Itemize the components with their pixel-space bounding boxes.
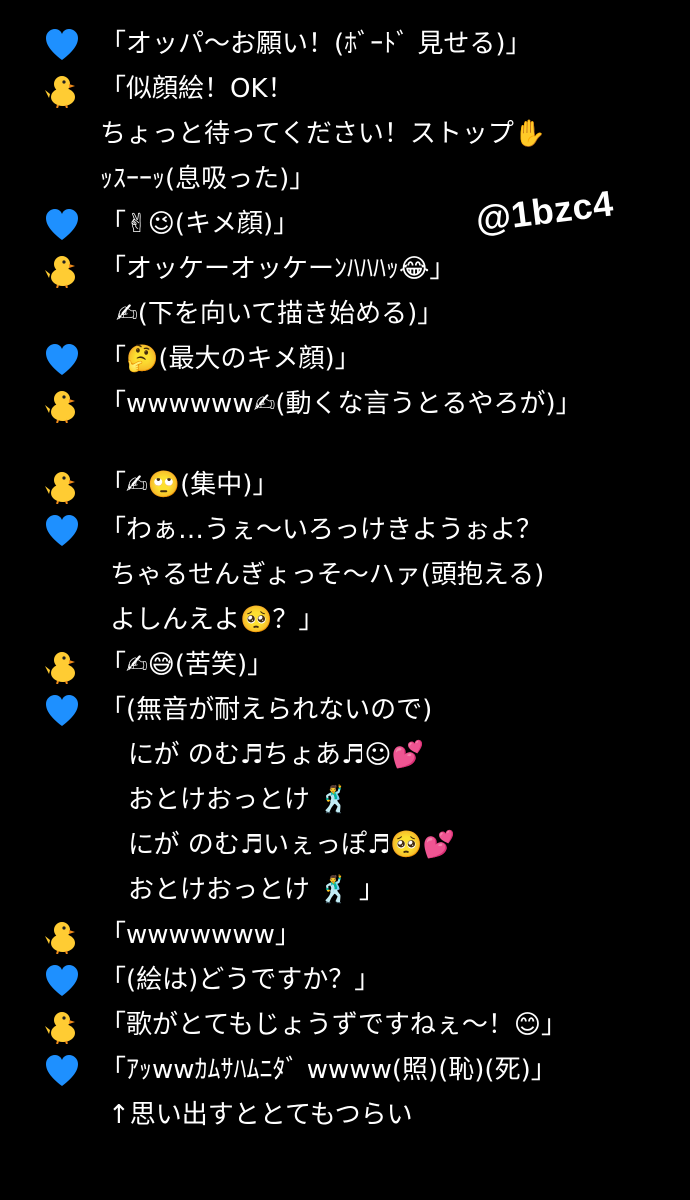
message-line: 「似顔絵！OK！: [0, 67, 690, 112]
message-text: 「わぁ…うぇ〜いろっけきようぉよ？: [100, 515, 543, 545]
message-text: ✍(下を向いて描き始める)」: [116, 299, 444, 329]
message-line: 「✍😅(苦笑)」: [0, 643, 690, 688]
message-text: 「ｱｯwwｶﾑｻﾊﾑﾆﾀﾞ wwww(照)(恥)(死)」: [100, 1055, 557, 1085]
message-line: 「🤔(最大のキメ顔)」: [0, 337, 690, 382]
message-text: 「オッパ〜お願い！(ﾎﾞｰﾄﾞ 見せる)」: [100, 29, 532, 59]
message-text: 「似顔絵！OK！: [100, 74, 294, 104]
blue-heart-icon: [44, 963, 80, 999]
message-text: 「オッケーオッケーﾝﾊﾊﾊｯ😂」: [100, 254, 456, 284]
message-line: ↑思い出すととてもつらい: [0, 1093, 690, 1138]
message-line: 「(絵は)どうですか？」: [0, 958, 690, 1003]
message-text: 「✍🙄(集中)」: [100, 470, 279, 500]
message-line: 「オッケーオッケーﾝﾊﾊﾊｯ😂」: [0, 247, 690, 292]
chick-icon: [44, 918, 80, 954]
message-line: にが のむ♬いぇっぽ♬🥺💕: [0, 823, 690, 868]
message-text: ↑思い出すととてもつらい: [108, 1100, 413, 1130]
blue-heart-icon: [44, 207, 80, 243]
message-text: 「✌😉(キメ顔)」: [100, 209, 300, 239]
message-text: 「✍😅(苦笑)」: [100, 650, 274, 680]
blue-heart-icon: [44, 693, 80, 729]
message-text: にが のむ♬ちょあ♬☺💕: [128, 740, 424, 770]
message-line: ちょっと待ってください！ストップ✋: [0, 112, 690, 157]
message-text: 「(無音が耐えられないので): [100, 695, 433, 725]
message-line: ✍(下を向いて描き始める)」: [0, 292, 690, 337]
message-line: 「わぁ…うぇ〜いろっけきようぉよ？: [0, 508, 690, 553]
message-line: よしんえよ🥺？」: [0, 598, 690, 643]
chick-icon: [44, 648, 80, 684]
message-text: にが のむ♬いぇっぽ♬🥺💕: [128, 830, 456, 860]
chick-icon: [44, 1008, 80, 1044]
message-line: にが のむ♬ちょあ♬☺💕: [0, 733, 690, 778]
message-line: 「オッパ〜お願い！(ﾎﾞｰﾄﾞ 見せる)」: [0, 22, 690, 67]
message-text: 「(絵は)どうですか？」: [100, 965, 381, 995]
blue-heart-icon: [44, 1053, 80, 1089]
message-text: よしんえよ🥺？」: [110, 605, 325, 635]
blue-heart-icon: [44, 513, 80, 549]
message-text: ｯｽｰｰｯ(息吸った)」: [100, 164, 316, 194]
message-text: 「wwwwwww」: [100, 920, 301, 950]
message-line: おとけおっとけ 🕺 」: [0, 868, 690, 913]
message-text: ちゃるせんぎょっそ〜ハァ(頭抱える): [110, 560, 545, 590]
chick-icon: [44, 72, 80, 108]
message-line: 「✍🙄(集中)」: [0, 463, 690, 508]
chick-icon: [44, 252, 80, 288]
message-text: 「歌がとてもじょうずですねぇ〜！😊」: [100, 1010, 568, 1040]
chick-icon: [44, 387, 80, 423]
blue-heart-icon: [44, 342, 80, 378]
blue-heart-icon: [44, 27, 80, 63]
message-line: 「(無音が耐えられないので): [0, 688, 690, 733]
message-line: おとけおっとけ 🕺: [0, 778, 690, 823]
message-line: 「ｱｯwwｶﾑｻﾊﾑﾆﾀﾞ wwww(照)(恥)(死)」: [0, 1048, 690, 1093]
message-text: 「wwwwww✍(動くな言うとるやろが)」: [100, 389, 582, 419]
chick-icon: [44, 468, 80, 504]
message-text: おとけおっとけ 🕺 」: [128, 875, 385, 905]
message-line: ちゃるせんぎょっそ〜ハァ(頭抱える): [0, 553, 690, 598]
message-line: [0, 427, 690, 463]
message-text: おとけおっとけ 🕺: [128, 785, 351, 815]
message-line: 「歌がとてもじょうずですねぇ〜！😊」: [0, 1003, 690, 1048]
message-text: ちょっと待ってください！ストップ✋: [100, 119, 547, 149]
message-line: 「wwwwwww」: [0, 913, 690, 958]
message-line: 「wwwwww✍(動くな言うとるやろが)」: [0, 382, 690, 427]
message-text: 「🤔(最大のキメ顔)」: [100, 344, 361, 374]
